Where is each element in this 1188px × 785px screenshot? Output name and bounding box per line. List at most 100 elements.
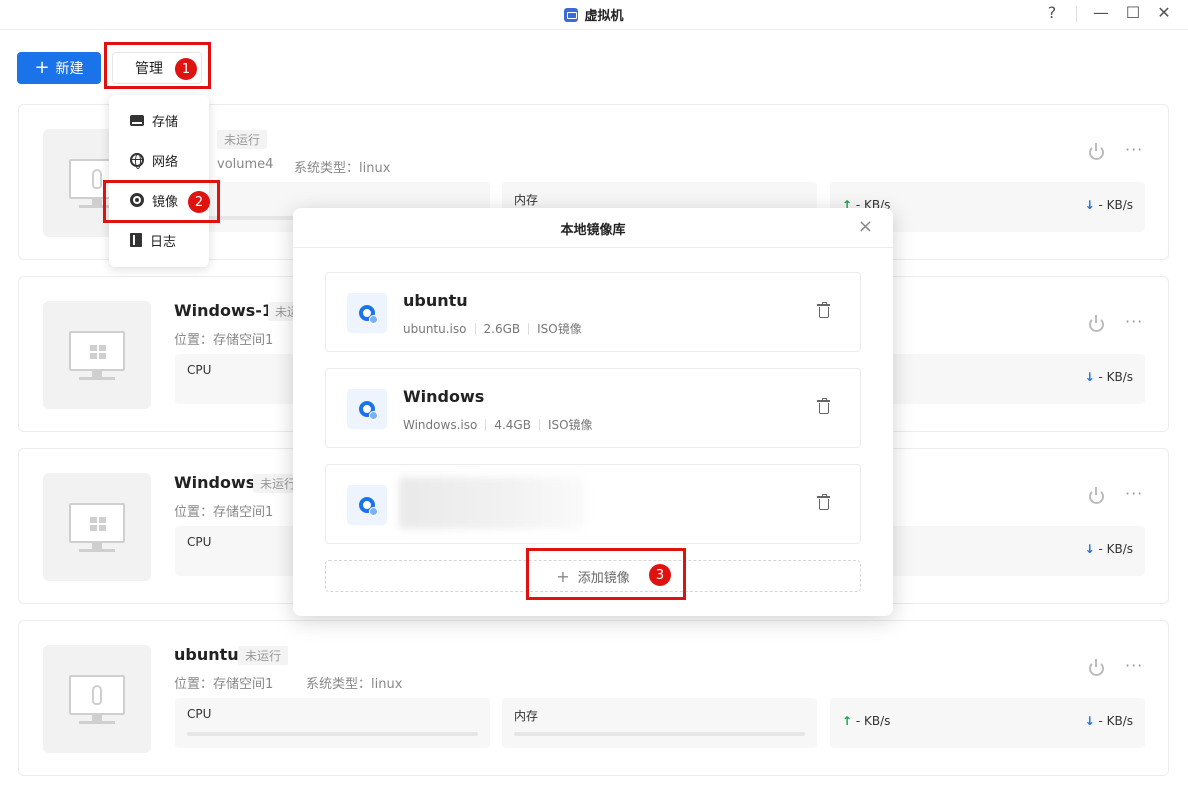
manage-dropdown: 存储 网络 镜像 日志 — [109, 95, 209, 267]
menu-item-label: 镜像 — [152, 194, 179, 210]
vm-location: 位置：存储空间1 — [174, 677, 274, 692]
windows-icon — [90, 345, 106, 359]
globe-icon — [130, 153, 144, 169]
net-download: ↓ - KB/s — [1084, 714, 1133, 728]
vm-location: volume4 — [217, 157, 274, 172]
local-image-library-dialog: 本地镜像库 × ubuntu ubuntu.iso 2.6GB ISO镜像 Wi… — [293, 208, 893, 616]
image-item[interactable] — [325, 464, 861, 544]
help-icon[interactable]: ? — [1041, 3, 1063, 23]
cpu-label: CPU — [187, 535, 212, 549]
trash-icon[interactable] — [817, 398, 830, 414]
vm-thumbnail — [43, 301, 151, 409]
power-icon[interactable] — [1089, 487, 1104, 504]
image-name: ubuntu — [403, 291, 468, 310]
new-vm-button[interactable]: + 新建 — [17, 52, 101, 84]
dialog-header: 本地镜像库 × — [293, 208, 893, 248]
vm-name: Windows — [174, 473, 256, 492]
more-icon[interactable]: ··· — [1125, 314, 1143, 330]
arrow-down-icon: ↓ — [1084, 198, 1095, 212]
plus-icon: + — [34, 57, 50, 78]
vm-os-type: 系统类型：linux — [306, 677, 403, 692]
more-icon[interactable]: ··· — [1125, 658, 1143, 674]
disc-icon — [130, 193, 144, 207]
new-vm-label: 新建 — [55, 61, 84, 77]
image-name: Windows — [403, 387, 485, 406]
manage-label: 管理 — [135, 61, 163, 77]
net-upload: ↑ - KB/s — [842, 714, 891, 728]
image-kind: ISO镜像 — [537, 322, 582, 336]
more-icon[interactable]: ··· — [1125, 486, 1143, 502]
memory-label: 内存 — [514, 709, 539, 723]
image-size: 2.6GB — [483, 321, 521, 336]
arrow-up-icon: ↑ — [842, 714, 853, 728]
vm-location: 位置：存储空间1 — [174, 333, 274, 348]
cpu-label: CPU — [187, 363, 212, 377]
disc-image-icon — [359, 305, 378, 324]
power-icon[interactable] — [1089, 143, 1104, 160]
image-meta: ubuntu.iso 2.6GB ISO镜像 — [403, 320, 582, 337]
close-window-button[interactable]: ✕ — [1153, 3, 1175, 23]
image-file: ubuntu.iso — [403, 321, 467, 336]
log-icon — [130, 233, 142, 247]
disc-image-icon — [359, 497, 378, 516]
image-meta: Windows.iso 4.4GB ISO镜像 — [403, 416, 593, 433]
linux-icon — [92, 169, 102, 189]
app-title: 虚拟机 — [0, 5, 1188, 24]
arrow-down-icon: ↓ — [1084, 714, 1095, 728]
status-badge: 未运行 — [217, 130, 268, 149]
maximize-button[interactable]: ☐ — [1122, 3, 1144, 23]
monitor-icon — [69, 675, 125, 715]
net-download: ↓ - KB/s — [1084, 198, 1133, 212]
arrow-down-icon: ↓ — [1084, 542, 1095, 556]
image-icon-box — [347, 389, 387, 429]
trash-icon[interactable] — [817, 302, 830, 318]
more-icon[interactable]: ··· — [1125, 142, 1143, 158]
network-metric: ↑ - KB/s ↓ - KB/s — [830, 698, 1145, 748]
vm-thumbnail — [43, 645, 151, 753]
power-icon[interactable] — [1089, 659, 1104, 676]
image-icon-box — [347, 293, 387, 333]
vm-thumbnail — [43, 473, 151, 581]
blurred-image-info — [399, 477, 584, 529]
vm-name: ubuntu — [174, 645, 239, 664]
cpu-metric: CPU — [175, 698, 490, 748]
menu-item-log[interactable]: 日志 — [109, 220, 209, 260]
net-download: ↓ - KB/s — [1084, 370, 1133, 384]
image-size: 4.4GB — [494, 417, 531, 432]
add-image-button[interactable]: + 添加镜像 — [325, 560, 861, 592]
vm-app-icon — [564, 8, 579, 22]
monitor-icon — [69, 503, 125, 543]
app-title-text: 虚拟机 — [584, 9, 624, 24]
windows-icon — [90, 517, 106, 531]
menu-item-label: 日志 — [150, 234, 177, 250]
memory-label: 内存 — [514, 193, 539, 207]
menu-item-label: 存储 — [152, 114, 179, 130]
menu-item-label: 网络 — [152, 154, 179, 170]
memory-metric: 内存 — [502, 698, 817, 748]
vm-card[interactable]: ubuntu 未运行 位置：存储空间1 系统类型：linux CPU 内存 ↑ … — [18, 620, 1169, 776]
net-download: ↓ - KB/s — [1084, 542, 1133, 556]
status-badge: 未运行 — [238, 646, 289, 665]
trash-icon[interactable] — [817, 494, 830, 510]
annotation-badge-2: 2 — [188, 191, 210, 213]
menu-item-network[interactable]: 网络 — [109, 140, 209, 180]
storage-icon — [130, 114, 144, 126]
arrow-down-icon: ↓ — [1084, 370, 1095, 384]
vm-os-type: 系统类型：linux — [294, 161, 391, 176]
dialog-title: 本地镜像库 — [560, 223, 626, 238]
title-bar: 虚拟机 ? — ☐ ✕ — [0, 0, 1188, 30]
power-icon[interactable] — [1089, 315, 1104, 332]
image-kind: ISO镜像 — [547, 418, 593, 432]
annotation-badge-1: 1 — [175, 58, 197, 80]
disc-image-icon — [359, 401, 378, 420]
image-item[interactable]: Windows Windows.iso 4.4GB ISO镜像 — [325, 368, 861, 448]
monitor-icon — [69, 331, 125, 371]
menu-item-storage[interactable]: 存储 — [109, 100, 209, 140]
image-icon-box — [347, 485, 387, 525]
image-item[interactable]: ubuntu ubuntu.iso 2.6GB ISO镜像 — [325, 272, 861, 352]
minimize-button[interactable]: — — [1090, 3, 1112, 23]
vm-name: Windows-1 — [174, 301, 274, 320]
linux-icon — [92, 685, 102, 705]
close-icon[interactable]: × — [858, 218, 873, 236]
image-file: Windows.iso — [403, 417, 478, 432]
